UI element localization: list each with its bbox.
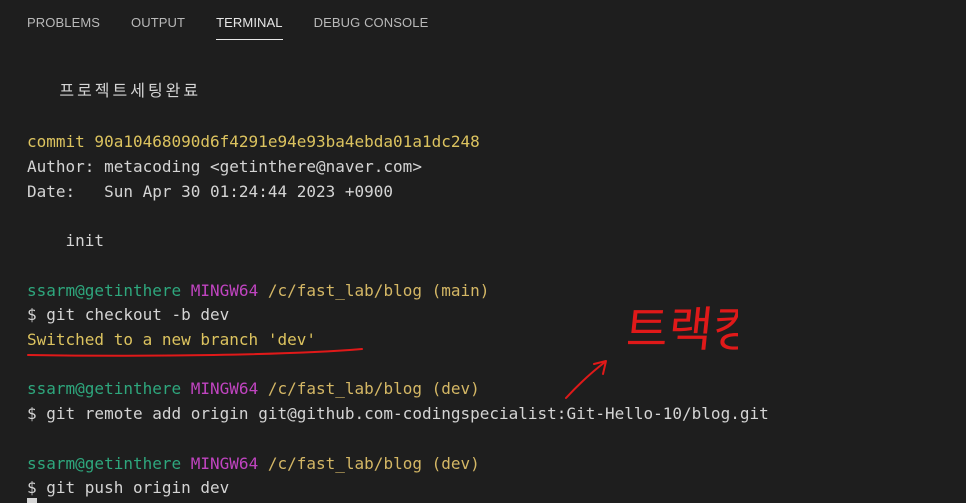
panel-tab-bar: PROBLEMS OUTPUT TERMINAL DEBUG CONSOLE [0, 0, 966, 46]
prompt-env: MINGW64 [190, 281, 259, 300]
commit-hash-line: commit 90a10468090d6f4291e94e93ba4ebda01… [27, 132, 480, 151]
tab-output[interactable]: OUTPUT [131, 0, 185, 46]
terminal-output[interactable]: 프로젝트세팅완료 commit 90a10468090d6f4291e94e93… [0, 46, 966, 503]
prompt-line: ssarm@getinthere MINGW64 /c/fast_lab/blo… [27, 454, 480, 474]
prompt-line: ssarm@getinthere MINGW64 /c/fast_lab/blo… [27, 281, 489, 301]
prompt-path: /c/fast_lab/blog [267, 379, 422, 398]
prompt-env: MINGW64 [190, 454, 259, 473]
prompt-user: ssarm@getinthere [27, 281, 182, 300]
terminal-panel: PROBLEMS OUTPUT TERMINAL DEBUG CONSOLE 프… [0, 0, 966, 503]
tab-debug-console[interactable]: DEBUG CONSOLE [314, 0, 429, 46]
command-line: $ git checkout -b dev [27, 305, 230, 324]
prompt-path: /c/fast_lab/blog [267, 454, 422, 473]
prompt-branch: (dev) [431, 379, 480, 398]
handwritten-annotation: 트랙킹 [628, 302, 738, 358]
tab-terminal[interactable]: TERMINAL [216, 0, 283, 46]
prompt-branch: (dev) [431, 454, 480, 473]
prompt-path: /c/fast_lab/blog [267, 281, 422, 300]
command-output-line: Switched to a new branch 'dev' [27, 330, 316, 349]
handwritten-text: 트랙킹 [628, 302, 738, 358]
commit-message-line: 프로젝트세팅완료 [27, 81, 202, 100]
prompt-line: ssarm@getinthere MINGW64 /c/fast_lab/blo… [27, 379, 480, 399]
tab-problems[interactable]: PROBLEMS [27, 0, 100, 46]
author-line: Author: metacoding <getinthere@naver.com… [27, 157, 422, 176]
cursor-line [27, 498, 37, 503]
prompt-branch: (main) [431, 281, 490, 300]
command-line: $ git push origin dev [27, 478, 230, 497]
prompt-user: ssarm@getinthere [27, 454, 182, 473]
command-line: $ git remote add origin git@github.com-c… [27, 404, 769, 423]
terminal-cursor [27, 498, 37, 503]
prompt-env: MINGW64 [190, 379, 259, 398]
date-line: Date: Sun Apr 30 01:24:44 2023 +0900 [27, 182, 394, 201]
init-message-line: init [27, 231, 105, 250]
prompt-user: ssarm@getinthere [27, 379, 182, 398]
